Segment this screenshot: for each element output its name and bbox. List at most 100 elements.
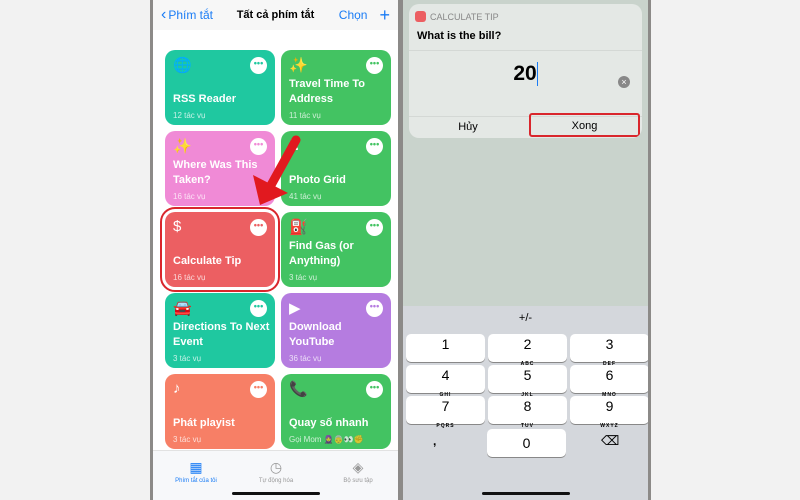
key-digit: 8 (523, 398, 532, 414)
key-digit: 0 (522, 435, 531, 451)
red-arrow-annotation (253, 135, 301, 205)
select-button[interactable]: Chọn (339, 8, 368, 22)
home-indicator (481, 492, 570, 495)
more-icon[interactable]: ••• (366, 219, 383, 236)
key-digit: 7 (441, 398, 450, 414)
shortcut-tile[interactable]: $ ••• Calculate Tip 16 tác vụ (160, 207, 280, 292)
key-0[interactable]: 0 (487, 429, 566, 457)
key-digit: 4 (441, 367, 450, 383)
app-name: CALCULATE TIP (430, 11, 499, 22)
key-letters: PQRS (436, 423, 455, 429)
key-digit: 3 (605, 336, 614, 352)
shortcut-name: Download YouTube (289, 321, 342, 348)
clock-icon: ◷ (269, 459, 283, 475)
comma-key[interactable]: , (433, 434, 436, 448)
add-button[interactable]: + (379, 5, 390, 26)
tab-bar: ▦ Phím tắt của tôi ◷ Tự động hóa ◈ Bộ sưu t… (153, 450, 398, 500)
ask-input-dialog: CALCULATE TIP What is the bill? 20 × Hủy… (409, 4, 642, 138)
dollar-icon: $ (173, 218, 182, 235)
key-5[interactable]: 5 JKL (488, 365, 567, 398)
input-screen: CALCULATE TIP What is the bill? 20 × Hủy… (400, 0, 651, 500)
action-count: Gọi Mom 🧕👵👀✊ (289, 435, 364, 444)
key-1[interactable]: 1 (406, 334, 485, 362)
shortcut-tile[interactable]: 🚘 ••• Directions To Next Event 3 tác vụ (165, 293, 275, 368)
bill-input[interactable]: 20 (409, 62, 642, 102)
shortcut-tile[interactable]: ⛽ ••• Find Gas (or Anything) 3 tác vụ (281, 212, 391, 287)
phone-icon: 📞 (289, 381, 308, 398)
action-count: 16 tác vụ (173, 192, 206, 201)
play-icon: ▶ (289, 300, 301, 317)
shortcut-tile[interactable]: 📞 ••• Quay số nhanh Gọi Mom 🧕👵👀✊ (281, 374, 391, 449)
key-8[interactable]: 8 TUV (488, 396, 567, 429)
key-9[interactable]: 9 WXYZ (570, 396, 648, 429)
key-4[interactable]: 4 GHI (406, 365, 485, 398)
shortcut-name: Phát playist (173, 417, 235, 429)
back-button[interactable]: ‹ Phím tắt (161, 6, 213, 24)
fuel-pump-icon: ⛽ (289, 219, 308, 236)
input-value: 20 (513, 62, 537, 85)
text-cursor (536, 62, 538, 87)
more-icon[interactable]: ••• (250, 219, 267, 236)
shortcut-tile[interactable]: ✨ ••• Travel Time To Address 11 tác vụ (281, 50, 391, 125)
more-icon[interactable]: ••• (250, 300, 267, 317)
app-icon (415, 11, 426, 22)
clear-icon[interactable]: × (618, 76, 630, 88)
more-icon[interactable]: ••• (366, 138, 383, 155)
layers-icon: ◈ (352, 459, 364, 475)
home-indicator (231, 492, 320, 495)
action-count: 3 tác vụ (173, 354, 202, 363)
plus-minus-key[interactable]: +/- (403, 312, 648, 324)
car-icon: 🚘 (173, 300, 192, 317)
more-icon[interactable]: ••• (250, 381, 267, 398)
magic-wand-icon: ✨ (173, 138, 192, 155)
shortcut-name: Quay số nhanh (289, 417, 369, 429)
action-count: 16 tác vụ (173, 273, 206, 282)
shortcut-tile[interactable]: ▶ ••• Download YouTube 36 tác vụ (281, 293, 391, 368)
done-button[interactable]: Xong (529, 113, 640, 137)
backspace-icon[interactable]: ⌫ (601, 433, 619, 449)
cancel-button[interactable]: Hủy (409, 117, 527, 138)
key-3[interactable]: 3 DEF (570, 334, 648, 367)
key-6[interactable]: 6 MNO (570, 365, 648, 398)
tab-automation[interactable]: ◷ Tự động hóa (236, 459, 316, 484)
action-count: 3 tác vụ (173, 435, 202, 444)
key-digit: 5 (523, 367, 532, 383)
magic-wand-icon: ✨ (289, 57, 308, 74)
tab-label: Bộ sưu tập (343, 478, 373, 484)
nav-bar: ‹ Phím tắt Tất cả phím tắt Chọn + (153, 0, 398, 30)
shortcut-tile[interactable]: 🌐 ••• RSS Reader 12 tác vụ (165, 50, 275, 125)
shortcut-name: Directions To Next Event (173, 321, 270, 348)
tab-label: Tự động hóa (258, 478, 294, 484)
more-icon[interactable]: ••• (366, 381, 383, 398)
back-label: Phím tắt (168, 8, 214, 22)
grid-icon: ▦ (189, 459, 203, 475)
key-7[interactable]: 7 PQRS (406, 396, 485, 429)
key-digit: 1 (441, 336, 450, 352)
key-digit: 6 (605, 367, 614, 383)
key-letters: WXYZ (600, 423, 619, 429)
tab-label: Phím tắt của tôi (175, 478, 217, 484)
tab-gallery[interactable]: ◈ Bộ sưu tập (318, 459, 398, 484)
more-icon[interactable]: ••• (366, 300, 383, 317)
chevron-left-icon: ‹ (161, 6, 167, 23)
key-2[interactable]: 2 ABC (488, 334, 567, 367)
shortcuts-screen: ‹Phím tắt Tất cả phím tắt Chọn + ••• 15 … (150, 0, 401, 500)
tab-my-shortcuts[interactable]: ▦ Phím tắt của tôi (156, 459, 236, 484)
shortcut-name: Travel Time To Address (289, 78, 366, 105)
action-count: 3 tác vụ (289, 273, 318, 282)
action-count: 11 tác vụ (289, 111, 321, 120)
numeric-keyboard: +/- 1 2 ABC 3 DEF 4 GHI 5 JKL 6 MNO 7 PQRS 8 TUV 9 WXYZ … (403, 306, 648, 500)
action-count: 12 tác vụ (173, 111, 206, 120)
shortcut-name: Calculate Tip (173, 255, 242, 267)
globe-icon: 🌐 (173, 57, 192, 74)
more-icon[interactable]: ••• (250, 57, 267, 74)
more-icon[interactable]: ••• (366, 57, 383, 74)
key-digit: 2 (523, 336, 532, 352)
shortcut-name: RSS Reader (173, 93, 236, 105)
music-note-icon: ♪ (173, 380, 181, 397)
shortcut-tile[interactable]: ♪ ••• Phát playist 3 tác vụ (165, 374, 275, 449)
prompt: What is the bill? (417, 30, 502, 42)
shortcut-name: Find Gas (or Anything) (289, 240, 354, 267)
action-count: 36 tác vụ (289, 354, 322, 363)
key-digit: 9 (605, 398, 614, 414)
